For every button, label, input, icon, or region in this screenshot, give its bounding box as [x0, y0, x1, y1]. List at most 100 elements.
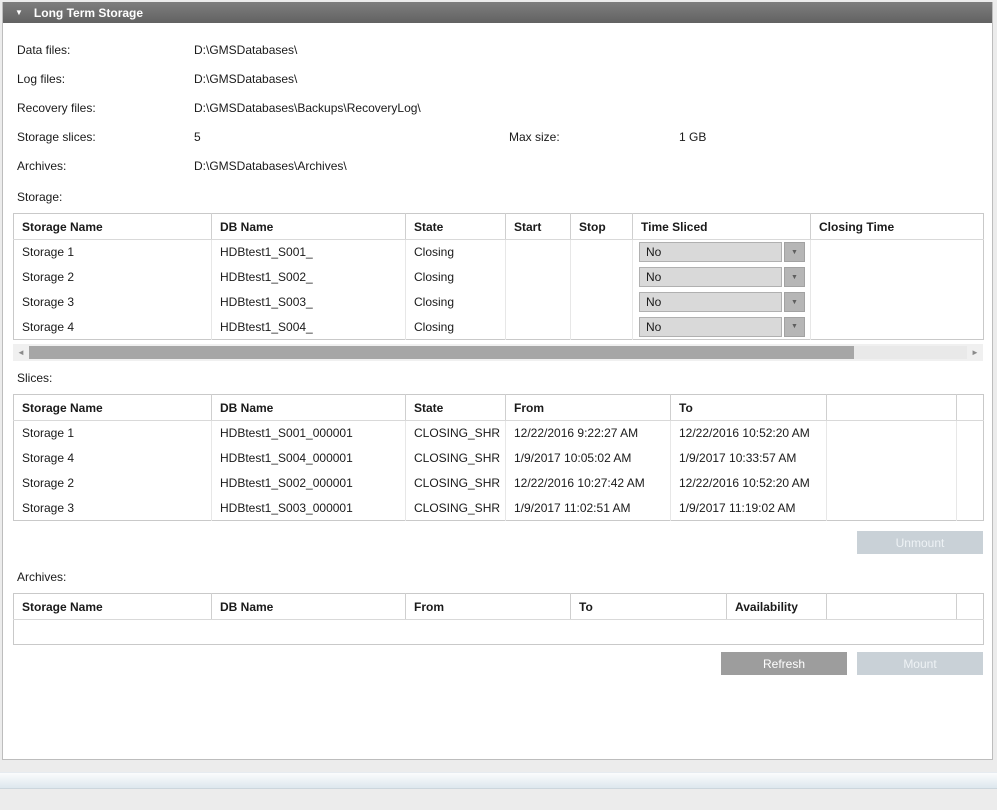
chevron-down-icon[interactable]: ▼ [784, 317, 805, 337]
scroll-left-icon[interactable]: ◄ [13, 344, 29, 361]
cell-state: CLOSING_SHR [406, 471, 506, 496]
cell-storage-name: Storage 3 [14, 496, 212, 521]
archives-path-label: Archives: [17, 159, 194, 173]
col-header-from[interactable]: From [406, 594, 571, 620]
cell-stop [571, 240, 633, 265]
cell-time-sliced: No ▼ [633, 290, 811, 315]
cell-stop [571, 265, 633, 290]
storage-slices-row: Storage slices: 5 Max size: 1 GB [17, 122, 992, 151]
cell-state: Closing [406, 290, 506, 315]
panel-header[interactable]: ▼ Long Term Storage [3, 2, 992, 23]
storage-table-row[interactable]: Storage 1 HDBtest1_S001_ Closing No ▼ [14, 240, 984, 265]
cell-stop [571, 315, 633, 340]
col-header-blank[interactable] [827, 594, 957, 620]
time-sliced-value: No [639, 267, 782, 287]
slices-table-row[interactable]: Storage 4 HDBtest1_S004_000001 CLOSING_S… [14, 446, 984, 471]
col-header-db-name[interactable]: DB Name [212, 395, 406, 421]
cell-blank [827, 421, 957, 446]
chevron-down-icon[interactable]: ▼ [784, 292, 805, 312]
cell-blank2 [957, 496, 984, 521]
archives-path-row: Archives: D:\GMSDatabases\Archives\ [17, 151, 992, 180]
time-sliced-dropdown[interactable]: No ▼ [639, 242, 805, 262]
horizontal-scrollbar[interactable]: ◄ ► [13, 344, 983, 361]
log-files-value: D:\GMSDatabases\ [194, 72, 992, 86]
storage-table-header: Storage Name DB Name State Start Stop Ti… [14, 214, 984, 240]
chevron-down-icon[interactable]: ▼ [784, 242, 805, 262]
log-files-label: Log files: [17, 72, 194, 86]
cell-db-name: HDBtest1_S004_ [212, 315, 406, 340]
time-sliced-dropdown[interactable]: No ▼ [639, 292, 805, 312]
col-header-availability[interactable]: Availability [727, 594, 827, 620]
cell-from: 1/9/2017 10:05:02 AM [506, 446, 671, 471]
cell-from: 1/9/2017 11:02:51 AM [506, 496, 671, 521]
storage-table-row[interactable]: Storage 4 HDBtest1_S004_ Closing No ▼ [14, 315, 984, 340]
cell-storage-name: Storage 4 [14, 446, 212, 471]
slices-table-row[interactable]: Storage 2 HDBtest1_S002_000001 CLOSING_S… [14, 471, 984, 496]
archives-table-header: Storage Name DB Name From To Availabilit… [14, 594, 984, 620]
cell-blank2 [957, 446, 984, 471]
time-sliced-value: No [639, 242, 782, 262]
cell-blank2 [957, 471, 984, 496]
collapse-triangle-icon[interactable]: ▼ [15, 9, 23, 17]
storage-table: Storage Name DB Name State Start Stop Ti… [13, 213, 984, 340]
scrollbar-thumb[interactable] [29, 346, 854, 359]
cell-to: 1/9/2017 11:19:02 AM [671, 496, 827, 521]
mount-button[interactable]: Mount [857, 652, 983, 675]
long-term-storage-panel: ▼ Long Term Storage Data files: D:\GMSDa… [2, 2, 993, 760]
col-header-time-sliced[interactable]: Time Sliced [633, 214, 811, 240]
time-sliced-dropdown[interactable]: No ▼ [639, 317, 805, 337]
cell-db-name: HDBtest1_S002_000001 [212, 471, 406, 496]
storage-slices-value: 5 [194, 130, 509, 144]
slices-table-row[interactable]: Storage 3 HDBtest1_S003_000001 CLOSING_S… [14, 496, 984, 521]
max-size-label: Max size: [509, 130, 679, 144]
cell-stop [571, 290, 633, 315]
cell-to: 12/22/2016 10:52:20 AM [671, 421, 827, 446]
time-sliced-value: No [639, 317, 782, 337]
col-header-storage-name[interactable]: Storage Name [14, 395, 212, 421]
cell-from: 12/22/2016 10:27:42 AM [506, 471, 671, 496]
cell-storage-name: Storage 2 [14, 265, 212, 290]
col-header-to[interactable]: To [671, 395, 827, 421]
refresh-button[interactable]: Refresh [721, 652, 847, 675]
col-header-storage-name[interactable]: Storage Name [14, 214, 212, 240]
cell-closing-time [811, 290, 984, 315]
cell-state: CLOSING_SHR [406, 446, 506, 471]
col-header-blank[interactable] [827, 395, 957, 421]
scrollbar-track[interactable] [29, 346, 967, 359]
col-header-state[interactable]: State [406, 214, 506, 240]
cell-blank [827, 496, 957, 521]
col-header-blank2 [957, 395, 984, 421]
slices-table-row[interactable]: Storage 1 HDBtest1_S001_000001 CLOSING_S… [14, 421, 984, 446]
application-window: ▼ Long Term Storage Data files: D:\GMSDa… [0, 0, 997, 810]
scroll-right-icon[interactable]: ► [967, 344, 983, 361]
col-header-storage-name[interactable]: Storage Name [14, 594, 212, 620]
col-header-state[interactable]: State [406, 395, 506, 421]
slices-table: Storage Name DB Name State From To Stora… [13, 394, 984, 521]
storage-table-row[interactable]: Storage 3 HDBtest1_S003_ Closing No ▼ [14, 290, 984, 315]
col-header-start[interactable]: Start [506, 214, 571, 240]
col-header-from[interactable]: From [506, 395, 671, 421]
cell-storage-name: Storage 3 [14, 290, 212, 315]
data-files-label: Data files: [17, 43, 194, 57]
chevron-down-icon[interactable]: ▼ [784, 267, 805, 287]
time-sliced-dropdown[interactable]: No ▼ [639, 267, 805, 287]
time-sliced-value: No [639, 292, 782, 312]
col-header-closing-time[interactable]: Closing Time [811, 214, 984, 240]
storage-table-row[interactable]: Storage 2 HDBtest1_S002_ Closing No ▼ [14, 265, 984, 290]
data-files-value: D:\GMSDatabases\ [194, 43, 992, 57]
archives-table: Storage Name DB Name From To Availabilit… [13, 593, 984, 645]
unmount-button[interactable]: Unmount [857, 531, 983, 554]
recovery-files-label: Recovery files: [17, 101, 194, 115]
col-header-stop[interactable]: Stop [571, 214, 633, 240]
slices-table-header: Storage Name DB Name State From To [14, 395, 984, 421]
col-header-db-name[interactable]: DB Name [212, 214, 406, 240]
cell-state: Closing [406, 315, 506, 340]
log-files-row: Log files: D:\GMSDatabases\ [17, 64, 992, 93]
cell-closing-time [811, 315, 984, 340]
recovery-files-row: Recovery files: D:\GMSDatabases\Backups\… [17, 93, 992, 122]
col-header-to[interactable]: To [571, 594, 727, 620]
recovery-files-value: D:\GMSDatabases\Backups\RecoveryLog\ [194, 101, 992, 115]
col-header-db-name[interactable]: DB Name [212, 594, 406, 620]
cell-state: CLOSING_SHR [406, 496, 506, 521]
archives-path-value: D:\GMSDatabases\Archives\ [194, 159, 992, 173]
